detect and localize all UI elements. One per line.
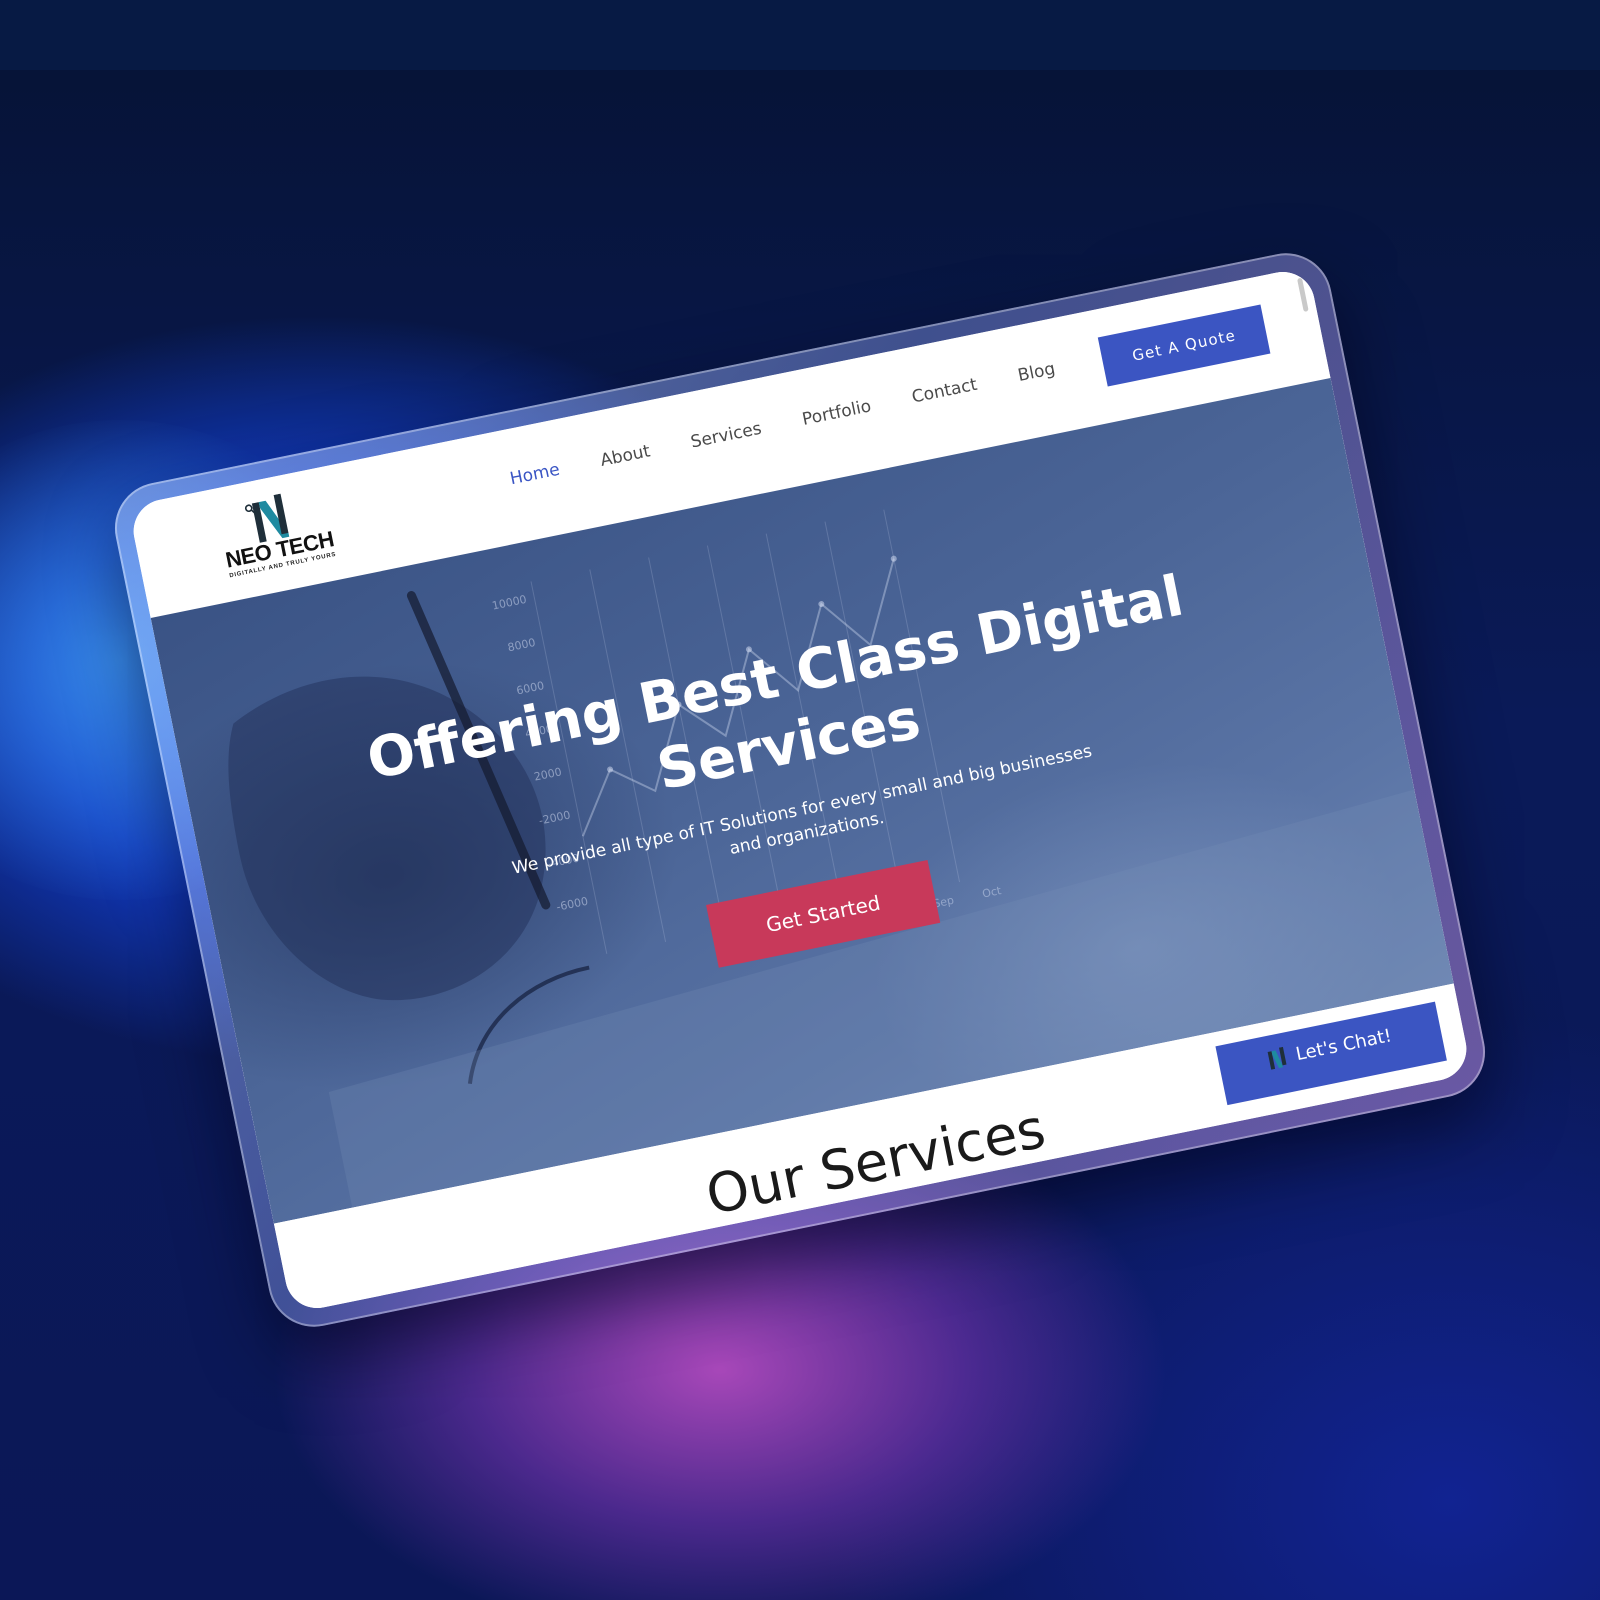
website-screen: NEO TECH DIGITALLY AND TRULY YOURS Home … <box>127 266 1473 1314</box>
chat-logo-icon <box>1268 1046 1287 1070</box>
nav-item-home[interactable]: Home <box>508 460 561 490</box>
nav-item-blog[interactable]: Blog <box>1016 359 1057 386</box>
lets-chat-label: Let's Chat! <box>1294 1025 1394 1066</box>
chart-tick-label: 10000 <box>491 593 528 613</box>
top-band <box>0 0 1600 70</box>
background: NEO TECH DIGITALLY AND TRULY YOURS Home … <box>0 0 1600 1600</box>
chart-tick-label: -6000 <box>555 895 589 914</box>
nav-item-about[interactable]: About <box>599 441 652 471</box>
nav-item-portfolio[interactable]: Portfolio <box>800 396 873 430</box>
scrollbar[interactable] <box>1297 277 1309 312</box>
logo[interactable]: NEO TECH DIGITALLY AND TRULY YOURS <box>200 482 354 592</box>
chart-month-label: Oct <box>981 884 1003 901</box>
chart-tick-label: 8000 <box>507 636 537 654</box>
device-frame: NEO TECH DIGITALLY AND TRULY YOURS Home … <box>106 245 1494 1335</box>
get-a-quote-button[interactable]: Get A Quote <box>1097 304 1271 387</box>
nav-item-contact[interactable]: Contact <box>910 375 979 408</box>
nav-item-services[interactable]: Services <box>689 419 763 453</box>
